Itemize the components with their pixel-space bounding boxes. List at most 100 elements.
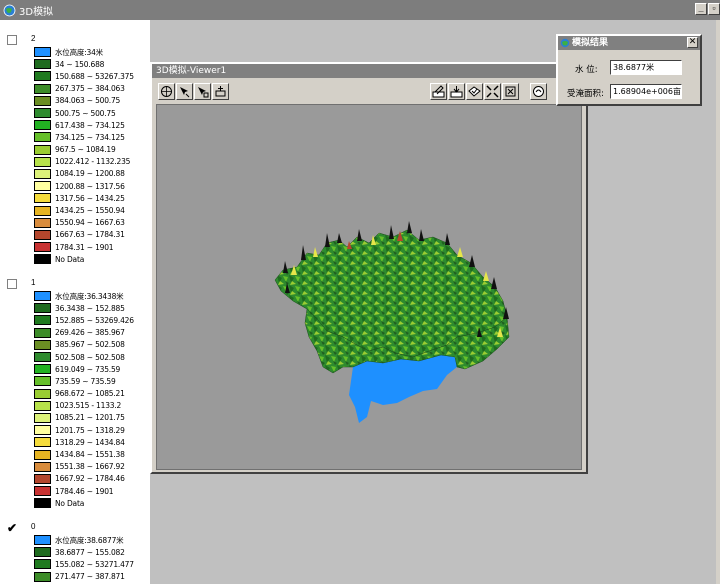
legend-swatch[interactable] bbox=[34, 144, 51, 155]
legend-swatch[interactable] bbox=[34, 412, 51, 423]
layer-visibility-checkbox[interactable]: ✔ bbox=[7, 522, 17, 534]
viewer-title-bar[interactable]: 3D模拟-Viewer1 bbox=[152, 64, 586, 78]
layer-check-button[interactable] bbox=[466, 83, 483, 100]
legend-label: 1022.412 - 1132.235 bbox=[55, 157, 131, 167]
legend-item: 1667.92 ~ 1784.46 bbox=[0, 473, 150, 485]
legend-swatch[interactable] bbox=[34, 71, 51, 82]
legend-swatch[interactable] bbox=[34, 242, 51, 253]
legend-swatch[interactable] bbox=[34, 376, 51, 387]
layer-name: 1 bbox=[31, 278, 36, 287]
layer-add-button[interactable] bbox=[430, 83, 447, 100]
legend-label: 水位高度:34米 bbox=[55, 47, 103, 57]
flooded-area-field[interactable]: 1.68904e+006亩 bbox=[610, 84, 682, 99]
legend-item: No Data bbox=[0, 497, 150, 509]
legend-swatch[interactable] bbox=[34, 400, 51, 411]
legend-item: 1317.56 ~ 1434.25 bbox=[0, 192, 150, 204]
close-button[interactable]: ✕ bbox=[687, 37, 698, 48]
water-level-field[interactable]: 38.6877米 bbox=[610, 60, 682, 75]
legend-swatch[interactable] bbox=[34, 559, 51, 570]
legend-label: 1434.84 ~ 1551.38 bbox=[55, 450, 125, 460]
legend-swatch[interactable] bbox=[34, 473, 51, 484]
legend-swatch[interactable] bbox=[34, 168, 51, 179]
legend-label: 1200.88 ~ 1317.56 bbox=[55, 181, 125, 191]
legend-label: 1550.94 ~ 1667.63 bbox=[55, 218, 125, 228]
legend-item: No Data bbox=[0, 253, 150, 265]
legend-swatch[interactable] bbox=[34, 388, 51, 399]
result-title: 模拟结果 bbox=[572, 38, 609, 48]
fly-tool-button[interactable] bbox=[176, 83, 193, 100]
legend-swatch[interactable] bbox=[34, 437, 51, 448]
legend-item: 1023.515 - 1133.2 bbox=[0, 400, 150, 412]
legend-label: 619.049 ~ 735.59 bbox=[55, 364, 121, 374]
layer-visibility-checkbox[interactable] bbox=[7, 279, 17, 289]
legend-label: 1434.25 ~ 1550.94 bbox=[55, 206, 125, 216]
legend-item: 1022.412 - 1132.235 bbox=[0, 156, 150, 168]
legend-label: 1084.19 ~ 1200.88 bbox=[55, 169, 125, 179]
globe-icon bbox=[560, 38, 570, 48]
layer-group-0: ✔ 0 水位高度:38.6877米 38.6877 ~ 155.082 155.08… bbox=[0, 522, 150, 584]
legend-swatch[interactable] bbox=[34, 352, 51, 363]
navigate-icon bbox=[161, 86, 172, 97]
legend-item: 34 ~ 150.688 bbox=[0, 58, 150, 70]
terrain-map-3d bbox=[274, 221, 510, 423]
legend-item: 38.6877 ~ 155.082 bbox=[0, 546, 150, 558]
layer-down-button[interactable] bbox=[448, 83, 465, 100]
scrollbar-edge[interactable] bbox=[716, 20, 720, 584]
legend-swatch[interactable] bbox=[34, 229, 51, 240]
legend-swatch[interactable] bbox=[34, 339, 51, 350]
zoom-to-target-button[interactable] bbox=[212, 83, 229, 100]
legend-swatch[interactable] bbox=[34, 108, 51, 119]
result-title-bar[interactable]: 模拟结果 ✕ bbox=[558, 36, 700, 50]
legend-item: 152.885 ~ 53269.426 bbox=[0, 314, 150, 326]
legend-swatch[interactable] bbox=[34, 120, 51, 131]
minimize-button[interactable]: _ bbox=[695, 3, 707, 15]
layer-group-2: 2 水位高度:34米 34 ~ 150.688 150.688 ~ 53267.37… bbox=[0, 34, 150, 265]
simulation-result-dialog: 模拟结果 ✕ 水 位: 38.6877米 受淹面积: 1.68904e+006亩 bbox=[556, 34, 702, 106]
legend-swatch[interactable] bbox=[34, 315, 51, 326]
viewer-window: 3D模拟-Viewer1 bbox=[150, 62, 588, 474]
3d-map-viewport[interactable] bbox=[156, 104, 582, 470]
zoom-target-icon bbox=[215, 86, 226, 97]
legend-label: 1085.21 ~ 1201.75 bbox=[55, 413, 125, 423]
legend-swatch[interactable] bbox=[34, 364, 51, 375]
legend-label: 269.426 ~ 385.967 bbox=[55, 328, 125, 338]
legend-swatch[interactable] bbox=[34, 156, 51, 167]
legend-item: 1550.94 ~ 1667.63 bbox=[0, 217, 150, 229]
legend-swatch[interactable] bbox=[34, 193, 51, 204]
legend-swatch[interactable] bbox=[34, 486, 51, 497]
legend-swatch[interactable] bbox=[34, 425, 51, 436]
flooded-water-area bbox=[349, 355, 457, 423]
fit-extent-button[interactable] bbox=[502, 83, 519, 100]
legend-swatch[interactable] bbox=[34, 59, 51, 70]
legend-label: 1667.63 ~ 1784.31 bbox=[55, 230, 125, 240]
restore-button[interactable]: ▫ bbox=[708, 3, 720, 15]
navigate-tool-button[interactable] bbox=[158, 83, 175, 100]
full-extent-button[interactable] bbox=[484, 83, 501, 100]
legend-swatch[interactable] bbox=[34, 327, 51, 338]
legend-swatch[interactable] bbox=[34, 83, 51, 94]
legend-swatch[interactable] bbox=[34, 547, 51, 558]
legend-item: 1784.31 ~ 1901 bbox=[0, 241, 150, 253]
layer-visibility-checkbox[interactable] bbox=[7, 35, 17, 45]
legend-swatch[interactable] bbox=[34, 181, 51, 192]
legend-swatch[interactable] bbox=[34, 449, 51, 460]
legend-label: 384.063 ~ 500.75 bbox=[55, 96, 121, 106]
target-tool-button[interactable] bbox=[194, 83, 211, 100]
legend-swatch[interactable] bbox=[34, 47, 51, 58]
legend-swatch[interactable] bbox=[34, 291, 51, 302]
legend-swatch[interactable] bbox=[34, 254, 51, 265]
legend-swatch[interactable] bbox=[34, 498, 51, 509]
legend-swatch[interactable] bbox=[34, 571, 51, 582]
legend-swatch[interactable] bbox=[34, 217, 51, 228]
legend-item: 1085.21 ~ 1201.75 bbox=[0, 412, 150, 424]
legend-swatch[interactable] bbox=[34, 535, 51, 546]
legend-label: 385.967 ~ 502.508 bbox=[55, 340, 125, 350]
legend-swatch[interactable] bbox=[34, 303, 51, 314]
fly-icon bbox=[180, 87, 190, 98]
legend-swatch[interactable] bbox=[34, 461, 51, 472]
identify-button[interactable] bbox=[530, 83, 547, 100]
legend-label: 500.75 ~ 500.75 bbox=[55, 108, 116, 118]
legend-swatch[interactable] bbox=[34, 132, 51, 143]
legend-swatch[interactable] bbox=[34, 95, 51, 106]
legend-swatch[interactable] bbox=[34, 205, 51, 216]
